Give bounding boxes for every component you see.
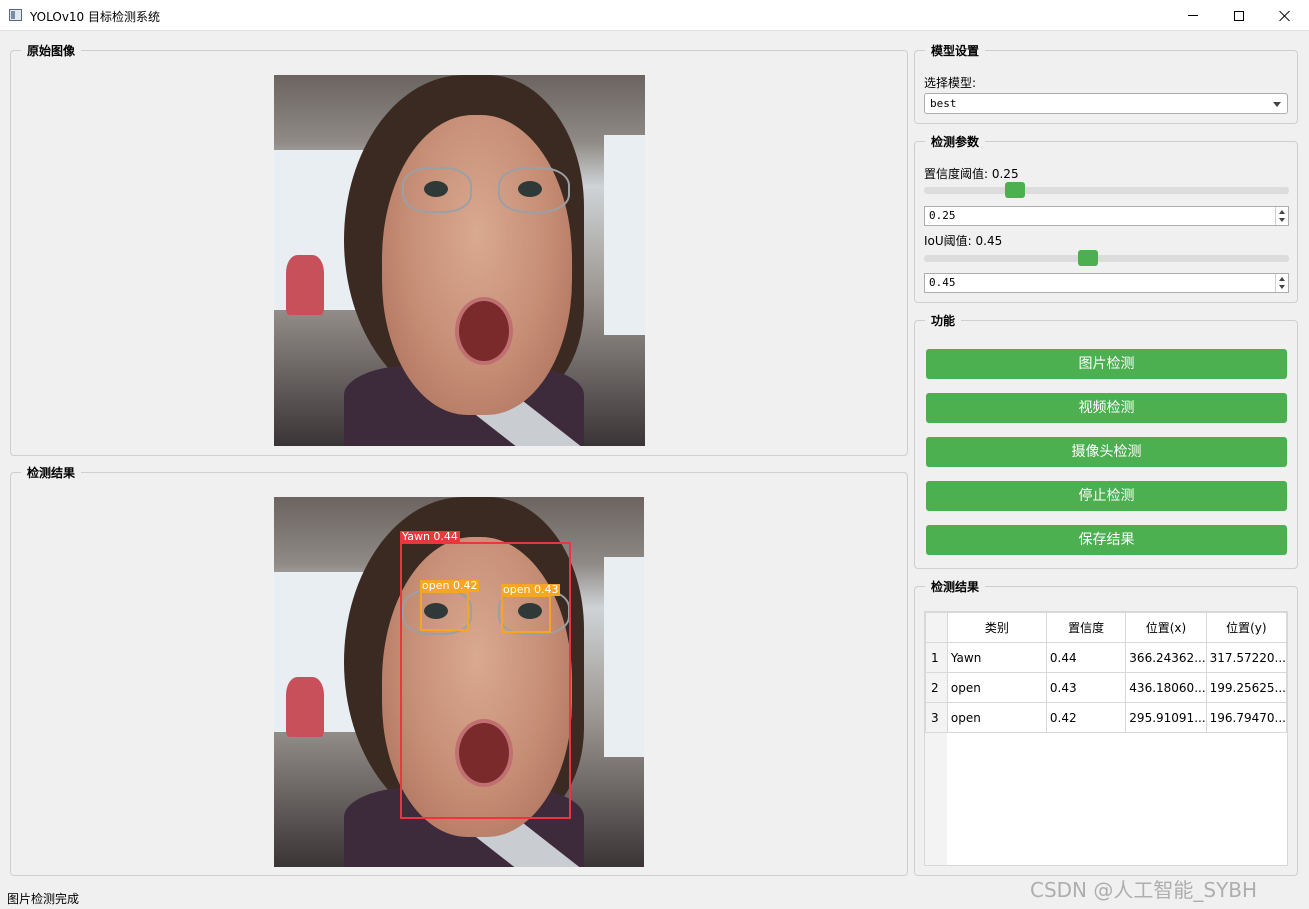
row-index[interactable]: 3	[925, 702, 948, 733]
status-message: 图片检测完成	[7, 892, 80, 906]
close-button[interactable]	[1262, 0, 1308, 31]
conf-threshold-value: 0.25	[929, 209, 956, 222]
cell-class[interactable]: open	[946, 672, 1047, 703]
cell-x[interactable]: 436.18060...	[1125, 672, 1207, 703]
cell-class[interactable]: open	[946, 702, 1047, 733]
table-corner[interactable]	[925, 612, 948, 643]
chevron-down-icon	[1273, 102, 1281, 107]
cell-confidence[interactable]: 0.42	[1045, 702, 1127, 733]
save-result-button[interactable]: 保存结果	[926, 525, 1287, 555]
spin-up-icon[interactable]	[1279, 277, 1285, 281]
detect-params-title: 检测参数	[925, 133, 986, 150]
stop-detect-button[interactable]: 停止检测	[926, 481, 1287, 511]
table-row[interactable]: 2 open 0.43 436.18060... 199.25625...	[925, 672, 1288, 703]
result-image: Yawn 0.44 open 0.42 open 0.43	[274, 497, 644, 867]
results-table-grid: 类别 置信度 位置(x) 位置(y) 1 Yawn 0.44 366.24362…	[925, 612, 1288, 733]
cell-x[interactable]: 366.24362...	[1125, 642, 1207, 673]
results-table[interactable]: 类别 置信度 位置(x) 位置(y) 1 Yawn 0.44 366.24362…	[924, 611, 1288, 866]
row-index[interactable]: 2	[925, 672, 948, 703]
iou-spin-buttons[interactable]	[1275, 274, 1288, 292]
detection-box-open-left: open 0.42	[420, 580, 480, 631]
cell-y[interactable]: 196.79470...	[1205, 702, 1288, 733]
window-title: YOLOv10 目标检测系统	[30, 10, 161, 24]
close-icon	[1279, 10, 1291, 22]
camera-detect-button[interactable]: 摄像头检测	[926, 437, 1287, 467]
result-image-title: 检测结果	[21, 464, 82, 481]
conf-spin-buttons[interactable]	[1275, 207, 1288, 225]
conf-slider-handle[interactable]	[1005, 182, 1026, 198]
maximize-button[interactable]	[1216, 0, 1262, 31]
detection-label-open-right: open 0.43	[501, 583, 561, 596]
spin-down-icon[interactable]	[1279, 218, 1285, 222]
cell-confidence[interactable]: 0.44	[1045, 642, 1127, 673]
watermark: CSDN @人工智能_SYBH	[1030, 878, 1258, 902]
iou-slider-handle[interactable]	[1078, 250, 1099, 266]
model-select[interactable]: best	[924, 93, 1288, 114]
cell-confidence[interactable]: 0.43	[1045, 672, 1127, 703]
minimize-button[interactable]	[1170, 0, 1216, 31]
result-table-title: 检测结果	[925, 578, 986, 595]
cell-x[interactable]: 295.91091...	[1125, 702, 1207, 733]
cell-class[interactable]: Yawn	[946, 642, 1047, 673]
iou-threshold-spinbox[interactable]: 0.45	[924, 273, 1289, 293]
video-detect-button[interactable]: 视频检测	[926, 393, 1287, 423]
table-row[interactable]: 1 Yawn 0.44 366.24362... 317.57220...	[925, 642, 1288, 673]
title-bar: YOLOv10 目标检测系统	[0, 0, 1309, 31]
iou-threshold-label: IoU阈值: 0.45	[924, 234, 1003, 248]
column-header-class[interactable]: 类别	[946, 612, 1047, 643]
conf-threshold-label: 置信度阈值: 0.25	[924, 167, 1019, 181]
functions-title: 功能	[925, 312, 962, 329]
model-select-value: best	[930, 97, 957, 110]
spin-up-icon[interactable]	[1279, 210, 1285, 214]
conf-threshold-spinbox[interactable]: 0.25	[924, 206, 1289, 226]
table-row[interactable]: 3 open 0.42 295.91091... 196.79470...	[925, 702, 1288, 733]
column-header-x[interactable]: 位置(x)	[1125, 612, 1207, 643]
iou-threshold-slider[interactable]	[924, 250, 1289, 266]
detection-label-yawn: Yawn 0.44	[400, 530, 460, 543]
original-image-title: 原始图像	[21, 42, 82, 59]
column-header-confidence[interactable]: 置信度	[1045, 612, 1127, 643]
detection-box-open-right: open 0.43	[501, 584, 561, 633]
app-icon	[9, 9, 22, 21]
image-detect-button[interactable]: 图片检测	[926, 349, 1287, 379]
cell-y[interactable]: 199.25625...	[1205, 672, 1288, 703]
iou-threshold-value: 0.45	[929, 276, 956, 289]
original-image	[274, 75, 645, 446]
detection-label-open-left: open 0.42	[420, 579, 480, 592]
row-index[interactable]: 1	[925, 642, 948, 673]
model-settings-title: 模型设置	[925, 42, 986, 59]
conf-threshold-slider[interactable]	[924, 182, 1289, 198]
cell-y[interactable]: 317.57220...	[1205, 642, 1288, 673]
maximize-icon	[1234, 10, 1244, 21]
minimize-icon	[1188, 15, 1198, 16]
column-header-y[interactable]: 位置(y)	[1205, 612, 1288, 643]
model-select-label: 选择模型:	[924, 76, 977, 90]
spin-down-icon[interactable]	[1279, 285, 1285, 289]
